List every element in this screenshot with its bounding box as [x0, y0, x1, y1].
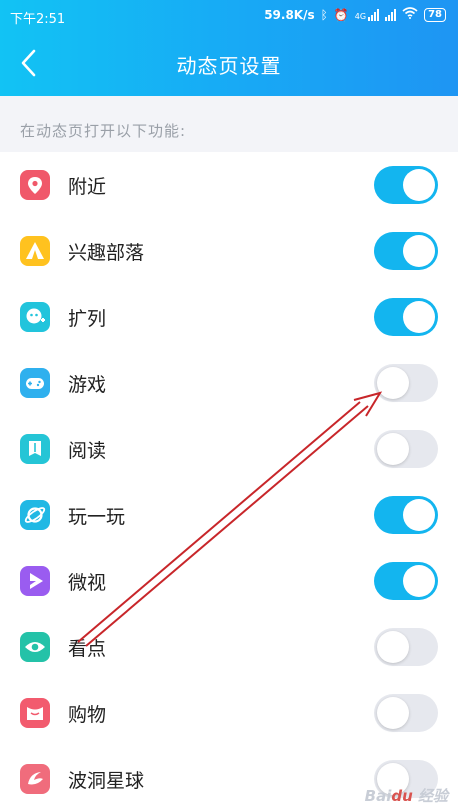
watermark-logo: Baidu 经验 — [364, 787, 448, 805]
annotation-arrow — [77, 391, 383, 647]
